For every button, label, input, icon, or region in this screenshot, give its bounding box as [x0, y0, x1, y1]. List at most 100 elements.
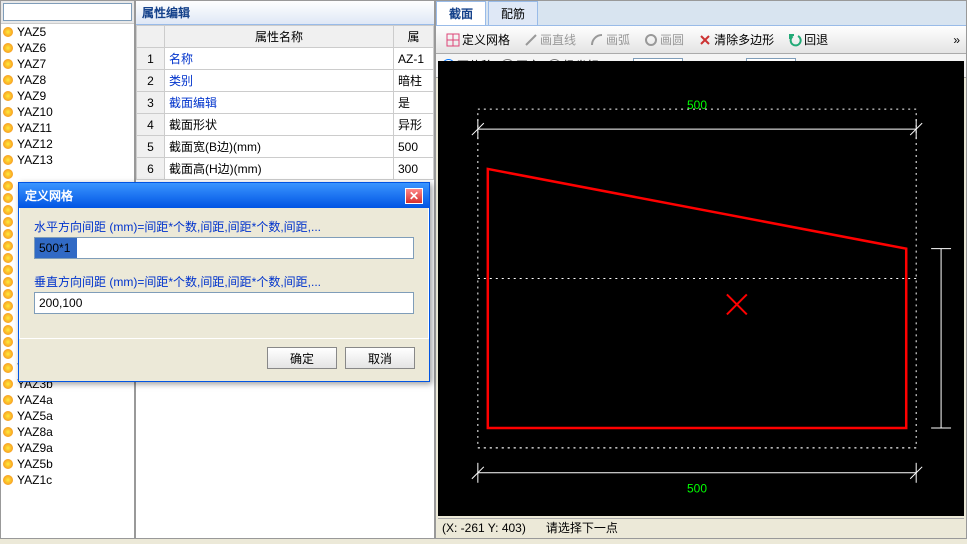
bullet-icon	[3, 123, 13, 133]
list-item-label: YAZ8a	[17, 425, 53, 439]
list-item-label: YAZ5a	[17, 409, 53, 423]
bullet-icon	[3, 155, 13, 165]
list-item[interactable]: YAZ7	[1, 56, 134, 72]
bullet-icon	[3, 205, 13, 215]
bullet-icon	[3, 91, 13, 101]
define-grid-button[interactable]: 定义网格	[442, 29, 514, 50]
bullet-icon	[3, 337, 13, 347]
h-spacing-label: 水平方向间距 (mm)=间距*个数,间距,间距*个数,间距,...	[34, 218, 414, 235]
clear-polygon-button[interactable]: 清除多边形	[694, 29, 778, 50]
bullet-icon	[3, 395, 13, 405]
define-grid-dialog: 定义网格 ✕ 水平方向间距 (mm)=间距*个数,间距,间距*个数,间距,...…	[18, 182, 430, 382]
v-spacing-label: 垂直方向间距 (mm)=间距*个数,间距,间距*个数,间距,...	[34, 273, 414, 290]
svg-text:500: 500	[687, 482, 707, 496]
list-item[interactable]: YAZ10	[1, 104, 134, 120]
draw-circle-button[interactable]: 画圆	[640, 29, 688, 50]
circle-icon	[644, 33, 658, 47]
list-item[interactable]: YAZ9	[1, 88, 134, 104]
bullet-icon	[3, 277, 13, 287]
list-item[interactable]: YAZ8a	[1, 424, 134, 440]
list-item[interactable]: YAZ8	[1, 72, 134, 88]
list-item[interactable]: YAZ13	[1, 152, 134, 168]
close-icon: ✕	[409, 189, 419, 203]
list-item[interactable]	[1, 168, 134, 180]
section-svg: 500 500	[438, 61, 964, 516]
table-row[interactable]: 5截面宽(B边)(mm)500	[137, 136, 434, 158]
bullet-icon	[3, 265, 13, 275]
list-item-label: YAZ5b	[17, 457, 53, 471]
list-item-label: YAZ5	[17, 25, 46, 39]
list-item-label: YAZ8	[17, 73, 46, 87]
property-editor-tab[interactable]: 属性编辑	[136, 1, 434, 25]
table-row[interactable]: 4截面形状异形	[137, 114, 434, 136]
bullet-icon	[3, 289, 13, 299]
grid-icon	[446, 33, 460, 47]
bullet-icon	[3, 459, 13, 469]
h-spacing-input[interactable]	[34, 237, 414, 259]
status-prompt: 请选择下一点	[546, 519, 618, 536]
section-editor-panel: 截面 配筋 定义网格 画直线 画弧 画圆 清除多边形 回退 » 不	[435, 0, 967, 539]
cancel-button[interactable]: 取消	[345, 347, 415, 369]
arc-icon	[590, 33, 604, 47]
list-item-label: YAZ1c	[17, 473, 52, 487]
list-item-label: YAZ9	[17, 89, 46, 103]
col-header-name: 属性名称	[165, 26, 394, 48]
section-canvas[interactable]: 500 500	[438, 61, 964, 516]
tab-section[interactable]: 截面	[436, 1, 486, 25]
bullet-icon	[3, 301, 13, 311]
bullet-icon	[3, 313, 13, 323]
status-coords: (X: -261 Y: 403)	[442, 521, 526, 535]
bullet-icon	[3, 229, 13, 239]
list-item-label: YAZ11	[17, 121, 52, 135]
table-row[interactable]: 6截面高(H边)(mm)300	[137, 158, 434, 180]
toolbar-overflow-icon[interactable]: »	[953, 33, 960, 47]
list-item[interactable]: YAZ5a	[1, 408, 134, 424]
bullet-icon	[3, 181, 13, 191]
list-item-label: YAZ4a	[17, 393, 53, 407]
list-item-label: YAZ10	[17, 105, 53, 119]
status-bar: (X: -261 Y: 403) 请选择下一点	[438, 518, 964, 536]
undo-icon	[788, 33, 802, 47]
list-item-label: YAZ7	[17, 57, 46, 71]
list-item-label: YAZ13	[17, 153, 53, 167]
list-item[interactable]: YAZ12	[1, 136, 134, 152]
ok-button[interactable]: 确定	[267, 347, 337, 369]
bullet-icon	[3, 59, 13, 69]
bullet-icon	[3, 169, 13, 179]
dialog-titlebar[interactable]: 定义网格 ✕	[19, 183, 429, 208]
table-row[interactable]: 2类别暗柱	[137, 70, 434, 92]
section-tabs: 截面 配筋	[436, 1, 966, 26]
table-row[interactable]: 1名称AZ-1	[137, 48, 434, 70]
list-item[interactable]: YAZ4a	[1, 392, 134, 408]
bullet-icon	[3, 139, 13, 149]
search-bar	[1, 1, 134, 24]
bullet-icon	[3, 363, 13, 373]
v-spacing-input[interactable]	[34, 292, 414, 314]
line-icon	[524, 33, 538, 47]
draw-line-button[interactable]: 画直线	[520, 29, 580, 50]
bullet-icon	[3, 217, 13, 227]
canvas-toolbar: 定义网格 画直线 画弧 画圆 清除多边形 回退 »	[436, 26, 966, 54]
tab-rebar[interactable]: 配筋	[488, 1, 538, 25]
table-row[interactable]: 3截面编辑是	[137, 92, 434, 114]
bullet-icon	[3, 107, 13, 117]
list-item-label: YAZ6	[17, 41, 46, 55]
list-item[interactable]: YAZ5	[1, 24, 134, 40]
bullet-icon	[3, 427, 13, 437]
list-item[interactable]: YAZ9a	[1, 440, 134, 456]
dialog-title-text: 定义网格	[25, 187, 73, 204]
dialog-close-button[interactable]: ✕	[405, 188, 423, 204]
list-item[interactable]: YAZ11	[1, 120, 134, 136]
bullet-icon	[3, 379, 13, 389]
draw-arc-button[interactable]: 画弧	[586, 29, 634, 50]
list-item[interactable]: YAZ6	[1, 40, 134, 56]
list-item[interactable]: YAZ1c	[1, 472, 134, 488]
bullet-icon	[3, 75, 13, 85]
bullet-icon	[3, 443, 13, 453]
undo-button[interactable]: 回退	[784, 29, 832, 50]
search-input[interactable]	[3, 3, 132, 21]
list-item-label: YAZ9a	[17, 441, 53, 455]
bullet-icon	[3, 411, 13, 421]
property-table: 属性名称 属 1名称AZ-12类别暗柱3截面编辑是4截面形状异形5截面宽(B边)…	[136, 25, 434, 180]
list-item[interactable]: YAZ5b	[1, 456, 134, 472]
